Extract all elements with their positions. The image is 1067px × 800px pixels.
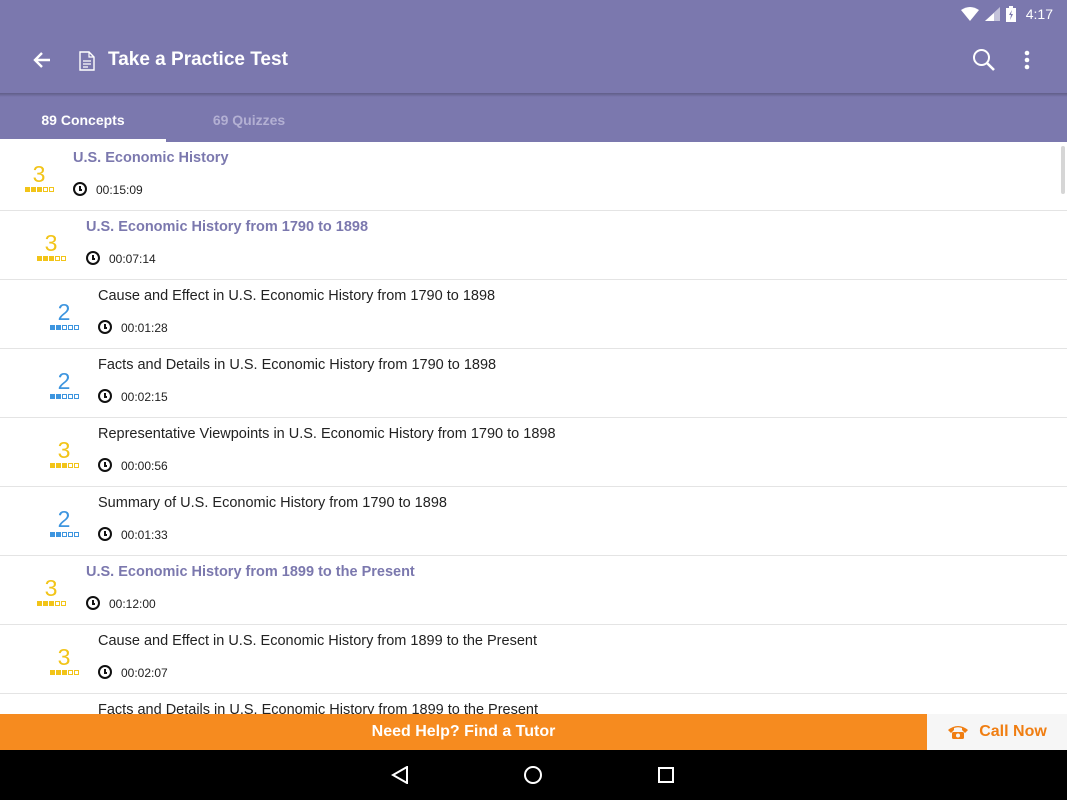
clock-icon [98,320,112,334]
nav-home-button[interactable] [515,759,551,791]
tab-concepts-label: 89 Concepts [41,111,125,128]
level-badge: 3 [48,645,80,685]
clock-icon [98,527,112,541]
phone-icon [948,726,969,739]
system-nav-bar [0,750,1067,800]
tab-bar: 89 Concepts 69 Quizzes [0,97,1067,142]
list-item-duration: 00:02:15 [121,390,168,404]
scrollbar[interactable] [1061,146,1065,194]
list-item-duration: 00:01:33 [121,528,168,542]
list-item-duration: 00:00:56 [121,459,168,473]
list-item-title: Facts and Details in U.S. Economic Histo… [98,357,497,373]
level-badge: 3 [35,231,67,271]
list-item-title: Cause and Effect in U.S. Economic Histor… [98,288,496,304]
more-vert-icon [1024,50,1030,70]
find-tutor-label: Need Help? Find a Tutor [371,723,556,740]
nav-back-button[interactable] [382,759,418,791]
list-item-duration: 00:15:09 [96,183,143,197]
tab-quizzes[interactable]: 69 Quizzes [166,97,332,142]
level-number: 3 [44,230,58,256]
nav-home-icon [524,766,542,784]
level-badge: 3 [35,576,67,616]
list-item-duration: 00:12:00 [109,597,156,611]
battery-icon [1005,6,1016,22]
level-badge: 3 [48,438,80,478]
search-button[interactable] [966,42,1002,78]
list-item[interactable]: 2 Facts and Details in U.S. Economic His… [0,349,1067,418]
nav-recents-icon [658,767,674,783]
list-item-duration: 00:02:07 [121,666,168,680]
level-number: 3 [57,644,71,670]
level-number: 3 [32,161,46,187]
level-badge: 2 [48,507,80,547]
nav-back-icon [391,766,408,784]
list-item[interactable]: 3 U.S. Economic History 00:15:09 [0,142,1067,211]
help-bar: Need Help? Find a Tutor Call Now [0,714,1067,750]
list-item-title: Facts and Details in U.S. Economic Histo… [98,702,539,714]
toolbar: Take a Practice Test [0,28,1067,94]
list-item-title: U.S. Economic History from 1899 to the P… [86,564,415,580]
clock-icon [86,251,100,265]
document-icon [79,51,95,76]
list-item[interactable]: Facts and Details in U.S. Economic Histo… [0,694,1067,714]
list-item[interactable]: 2 Cause and Effect in U.S. Economic Hist… [0,280,1067,349]
signal-icon [984,7,1000,21]
find-tutor-button[interactable]: Need Help? Find a Tutor [0,714,927,750]
list-item-title: U.S. Economic History [73,150,229,166]
page-title: Take a Practice Test [108,49,288,70]
overflow-menu-button[interactable] [1012,42,1042,78]
list-item-title: Summary of U.S. Economic History from 17… [98,495,447,511]
list-item[interactable]: 3 Representative Viewpoints in U.S. Econ… [0,418,1067,487]
level-number: 2 [57,299,71,325]
status-icons: 4:17 [960,5,1053,23]
call-now-label: Call Now [979,723,1047,740]
list-item-duration: 00:01:28 [121,321,168,335]
tab-concepts[interactable]: 89 Concepts [0,97,166,142]
list-item-title: Representative Viewpoints in U.S. Econom… [98,426,556,442]
level-badge: 2 [48,369,80,409]
list-item-title: Cause and Effect in U.S. Economic Histor… [98,633,537,649]
list-item-title: U.S. Economic History from 1790 to 1898 [86,219,369,235]
clock-icon [98,665,112,679]
search-icon [973,49,995,71]
clock-icon [98,458,112,472]
level-number: 3 [44,575,58,601]
clock-icon [73,182,87,196]
back-arrow-icon [33,52,50,68]
back-button[interactable] [24,42,60,78]
list-item[interactable]: 3 U.S. Economic History from 1790 to 189… [0,211,1067,280]
wifi-icon [960,7,979,21]
tab-quizzes-label: 69 Quizzes [212,111,286,128]
level-number: 2 [57,506,71,532]
app-bar: 4:17 Take a Practice Test 89 Concepts 69… [0,0,1067,142]
concept-list: 3 U.S. Economic History 00:15:09 3 U.S. … [0,142,1067,714]
list-item[interactable]: 2 Summary of U.S. Economic History from … [0,487,1067,556]
level-number: 3 [57,437,71,463]
level-number: 2 [57,368,71,394]
nav-recents-button[interactable] [648,759,684,791]
level-badge: 2 [48,300,80,340]
clock-icon [98,389,112,403]
clock-icon [86,596,100,610]
call-now-button[interactable]: Call Now [927,714,1067,750]
list-item[interactable]: 3 U.S. Economic History from 1899 to the… [0,556,1067,625]
list-item-duration: 00:07:14 [109,252,156,266]
status-bar: 4:17 [0,0,1067,28]
list-item[interactable]: 3 Cause and Effect in U.S. Economic Hist… [0,625,1067,694]
status-time: 4:17 [1025,6,1053,22]
level-badge: 3 [23,162,55,202]
